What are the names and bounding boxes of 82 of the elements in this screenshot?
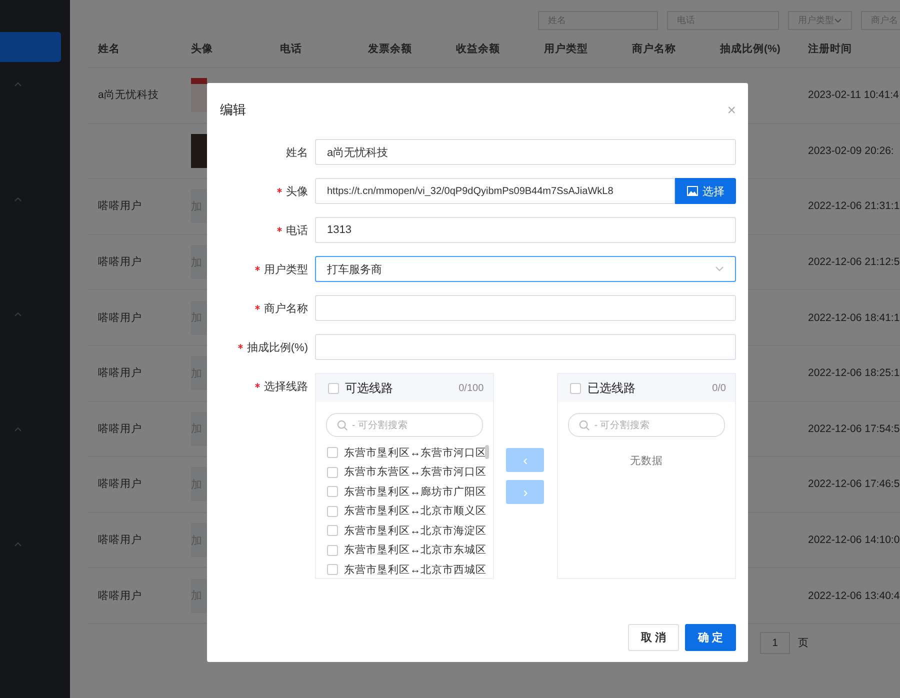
logo-image xyxy=(191,78,207,112)
checkbox[interactable] xyxy=(327,506,338,517)
search-icon xyxy=(579,420,590,430)
confirm-button[interactable]: 确 定 xyxy=(685,624,736,651)
checkbox[interactable] xyxy=(328,382,339,394)
panel-title: 可选线路 xyxy=(345,380,394,396)
column-header: 抽成比例(%) xyxy=(720,42,780,54)
field-label: 用户类型 xyxy=(264,264,308,276)
route-option[interactable]: 东营市垦利区↔廊坊市广阳区 xyxy=(344,484,486,499)
checkbox[interactable] xyxy=(327,564,338,576)
table-cell: 嗒嗒用户 xyxy=(98,312,142,324)
checkbox[interactable] xyxy=(570,382,582,394)
table-cell: 嗒嗒用户 xyxy=(98,478,142,490)
table-cell: 2022-12-06 21:31:1 xyxy=(808,200,900,212)
chevron-down-icon xyxy=(834,18,842,23)
page-input[interactable]: 1 xyxy=(760,632,790,654)
dialog-title: 编辑 xyxy=(220,101,246,119)
column-header: 发票余额 xyxy=(368,42,412,54)
table-cell: 嗒嗒用户 xyxy=(98,422,142,435)
empty-text: 无数据 xyxy=(629,454,664,468)
column-header: 头像 xyxy=(191,42,213,54)
table-cell: 嗒嗒用户 xyxy=(98,367,142,380)
input-field[interactable]: 1313 xyxy=(315,217,736,243)
image-icon xyxy=(686,186,698,196)
table-cell: 嗒嗒用户 xyxy=(98,200,142,212)
select-button[interactable]: 选择 xyxy=(675,178,736,204)
column-header: 用户类型 xyxy=(544,42,588,54)
cancel-button[interactable]: 取 消 xyxy=(628,624,679,651)
item-count: 0/0 xyxy=(712,382,726,394)
field-label: 姓名 xyxy=(286,146,308,158)
table-cell: 2022-12-06 18:41:1 xyxy=(808,312,900,324)
sidebar-item[interactable] xyxy=(0,32,61,62)
chevron-down-icon xyxy=(715,266,724,272)
scrollbar-thumb[interactable] xyxy=(484,445,489,459)
route-option[interactable]: 东营市垦利区↔北京市海淀区 xyxy=(344,524,486,538)
field-label: 抽成比例(%) xyxy=(246,342,308,354)
checkbox[interactable] xyxy=(327,466,338,478)
table-cell: 2022-12-06 18:25:1 xyxy=(808,367,900,380)
route-option[interactable]: 东营市东营区↔东营市河口区 xyxy=(344,465,486,480)
route-option[interactable]: 东营市垦利区↔北京市顺义区 xyxy=(344,504,486,518)
checkbox[interactable] xyxy=(327,486,338,498)
route-option[interactable]: 东营市垦利区↔北京市东城区 xyxy=(344,543,486,558)
checkbox[interactable] xyxy=(327,525,338,536)
user-type-select[interactable]: 打车服务商 xyxy=(315,256,736,282)
input-field[interactable] xyxy=(315,334,736,360)
column-header: 商户名称 xyxy=(632,42,676,54)
column-header: 姓名 xyxy=(98,42,120,54)
table-cell: 嗒嗒用户 xyxy=(98,534,142,546)
column-header: 电话 xyxy=(280,42,302,54)
search-icon xyxy=(337,420,348,430)
table-cell: a尚无忧科技 xyxy=(98,89,159,102)
chevron-up-icon[interactable] xyxy=(14,197,22,202)
table-cell: 2022-12-06 17:54:5 xyxy=(808,422,900,435)
chevron-up-icon[interactable] xyxy=(14,312,22,317)
column-header: 注册时间 xyxy=(808,42,852,54)
field-label: 选择线路 xyxy=(264,381,308,393)
column-header: 收益余额 xyxy=(456,42,500,54)
checkbox[interactable] xyxy=(327,447,338,458)
field-label: 电话 xyxy=(286,224,308,236)
input-field[interactable] xyxy=(315,295,736,321)
route-option[interactable]: 东营市垦利区↔东营市河口区 xyxy=(344,446,486,460)
input-field[interactable]: a尚无忧科技 xyxy=(315,139,736,165)
table-cell: 嗒嗒用户 xyxy=(98,256,142,268)
table-cell: 2022-12-06 14:10:0 xyxy=(808,534,900,546)
item-count: 0/100 xyxy=(458,382,484,394)
table-cell: 嗒嗒用户 xyxy=(98,590,142,602)
table-cell: 2022-12-06 13:40:4 xyxy=(808,590,900,602)
chevron-up-icon[interactable] xyxy=(14,82,22,87)
checkbox[interactable] xyxy=(327,544,338,556)
table-cell: 2022-12-06 17:46:5 xyxy=(808,478,900,490)
photo-placeholder xyxy=(191,134,207,168)
panel-title: 已选线路 xyxy=(587,380,636,396)
url-field[interactable]: https://t.cn/mmopen/vi_32/0qP9dQyibmPs09B44m7SsAJiaWkL8 xyxy=(315,178,675,204)
field-label: 头像 xyxy=(286,186,308,198)
table-cell: 2023-02-11 10:41:4 xyxy=(808,89,899,102)
page-suffix: 页 xyxy=(798,636,809,650)
table-cell: 2022-12-06 21:12:5 xyxy=(808,256,900,268)
route-option[interactable]: 东营市垦利区↔北京市西城区 xyxy=(344,562,486,577)
table-cell: 2023-02-09 20:26: xyxy=(808,144,894,157)
chevron-up-icon[interactable] xyxy=(14,427,22,432)
field-label: 商户名称 xyxy=(264,302,308,314)
chevron-up-icon[interactable] xyxy=(14,542,22,547)
